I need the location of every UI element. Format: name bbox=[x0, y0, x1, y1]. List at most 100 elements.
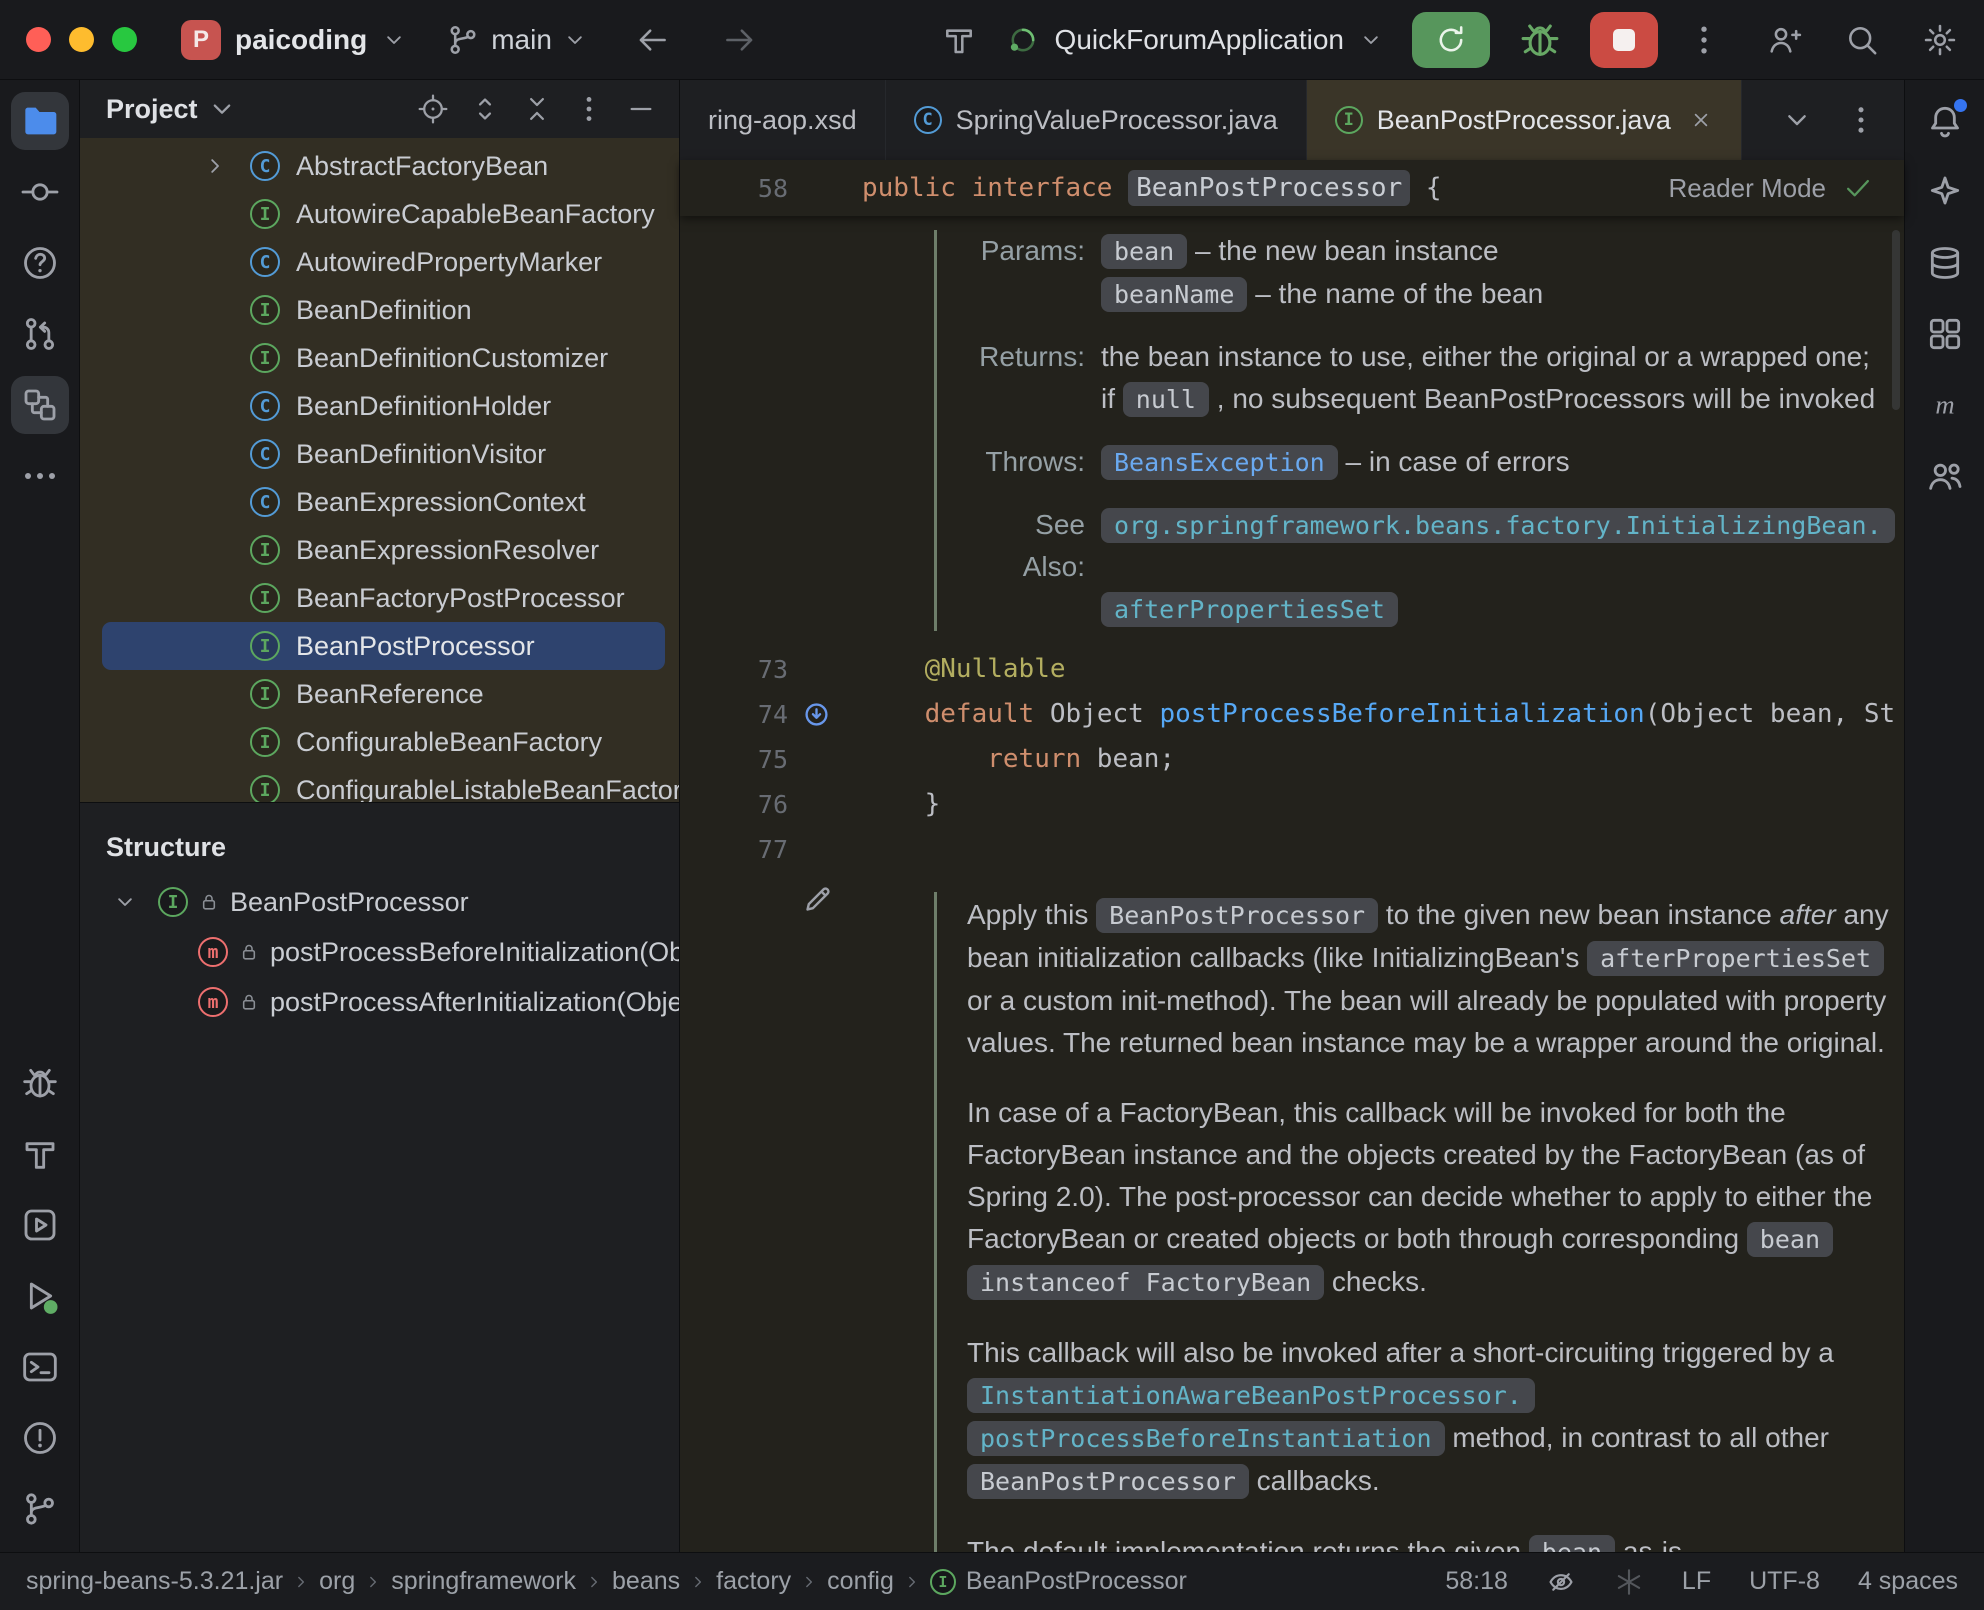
project-folder-button[interactable] bbox=[11, 92, 69, 150]
close-window-button[interactable] bbox=[26, 27, 51, 52]
reader-mode-toggle[interactable]: Reader Mode bbox=[1668, 172, 1874, 204]
code-segment: The default implementation returns the g… bbox=[967, 1536, 1529, 1552]
editor-scrollbar[interactable] bbox=[1892, 230, 1900, 410]
select-opened-file-button[interactable] bbox=[417, 93, 449, 125]
commit-button[interactable] bbox=[11, 163, 69, 221]
build-button[interactable] bbox=[11, 1125, 69, 1183]
line-number: 74 bbox=[680, 692, 788, 737]
code-line[interactable]: 76 } bbox=[680, 782, 1904, 827]
breadcrumb-item[interactable]: config bbox=[827, 1567, 894, 1596]
collaboration-button[interactable] bbox=[1916, 447, 1974, 505]
zoom-window-button[interactable] bbox=[112, 27, 137, 52]
tab-list-button[interactable] bbox=[1780, 103, 1814, 137]
editor-content[interactable]: Params:bean – the new bean instancebeanN… bbox=[680, 216, 1904, 1552]
doc-link[interactable]: BeansException bbox=[1101, 445, 1338, 480]
code-line[interactable]: 77 bbox=[680, 827, 1904, 872]
highlighting-level-icon[interactable] bbox=[1546, 1567, 1576, 1597]
project-tree-item[interactable]: CAutowiredPropertyMarker bbox=[80, 238, 679, 286]
breadcrumb-item[interactable]: beans bbox=[612, 1567, 680, 1596]
close-tab-icon[interactable] bbox=[1689, 108, 1713, 132]
branch-widget[interactable]: main bbox=[445, 22, 588, 58]
code-segment: – the name of the bean bbox=[1247, 278, 1543, 309]
code-line[interactable]: 73 @Nullable bbox=[680, 647, 1904, 692]
ide-window: P paicoding main QuickForumApplication bbox=[0, 0, 1984, 1610]
project-tree-item[interactable]: IBeanFactoryPostProcessor bbox=[80, 574, 679, 622]
project-tree-item[interactable]: IBeanExpressionResolver bbox=[80, 526, 679, 574]
minimize-window-button[interactable] bbox=[69, 27, 94, 52]
snowflake-icon[interactable] bbox=[1614, 1567, 1644, 1597]
breadcrumb-item[interactable]: springframework bbox=[391, 1567, 576, 1596]
indent-selector[interactable]: 4 spaces bbox=[1858, 1567, 1958, 1596]
caret-position[interactable]: 58:18 bbox=[1445, 1567, 1508, 1596]
build-button[interactable] bbox=[941, 22, 977, 58]
help-button[interactable] bbox=[11, 234, 69, 292]
rerun-button[interactable] bbox=[1412, 12, 1490, 68]
project-tree-item[interactable]: CBeanExpressionContext bbox=[80, 478, 679, 526]
project-panel-title[interactable]: Project bbox=[106, 94, 198, 125]
edit-source-icon[interactable] bbox=[801, 882, 835, 916]
project-tree-item[interactable]: IBeanPostProcessor bbox=[102, 622, 665, 670]
doc-row: if null , no subsequent BeanPostProcesso… bbox=[967, 378, 1904, 421]
more-actions-button[interactable] bbox=[1686, 22, 1722, 58]
code-with-me-button[interactable] bbox=[1766, 22, 1802, 58]
expand-button[interactable] bbox=[469, 93, 501, 125]
doc-link[interactable]: InstantiationAwareBeanPostProcessor. bbox=[967, 1378, 1535, 1413]
breadcrumb-item[interactable]: IBeanPostProcessor bbox=[930, 1567, 1187, 1596]
sticky-header[interactable]: 58 public interface BeanPostProcessor { … bbox=[680, 160, 1904, 216]
pull-requests-button[interactable] bbox=[11, 305, 69, 363]
ai-assistant-button[interactable] bbox=[1916, 163, 1974, 221]
plugins-button[interactable] bbox=[1916, 305, 1974, 363]
notifications-button[interactable] bbox=[1916, 92, 1974, 150]
hide-panel-button[interactable] bbox=[625, 93, 657, 125]
breadcrumb-item[interactable]: spring-beans-5.3.21.jar bbox=[26, 1567, 283, 1596]
structure-button[interactable] bbox=[11, 376, 69, 434]
project-tree-item[interactable]: IBeanReference bbox=[80, 670, 679, 718]
project-tree-item[interactable]: CBeanDefinitionHolder bbox=[80, 382, 679, 430]
editor-tab[interactable]: IBeanPostProcessor.java bbox=[1307, 80, 1742, 160]
breadcrumb-item[interactable]: org bbox=[319, 1567, 355, 1596]
more-horizontal-button[interactable] bbox=[11, 447, 69, 505]
debug-button[interactable] bbox=[11, 1054, 69, 1112]
stop-button[interactable] bbox=[1590, 12, 1658, 68]
editor-tab[interactable]: ring-aop.xsd bbox=[680, 80, 886, 160]
doc-link[interactable]: postProcessBeforeInstantiation bbox=[967, 1421, 1445, 1456]
tab-options-button[interactable] bbox=[1844, 103, 1878, 137]
doc-link[interactable]: afterPropertiesSet bbox=[1101, 592, 1398, 627]
project-tree-item[interactable]: CAbstractFactoryBean bbox=[80, 142, 679, 190]
maven-button[interactable]: m bbox=[1916, 376, 1974, 434]
panel-options-button[interactable] bbox=[573, 93, 605, 125]
doc-row: beanName – the name of the bean bbox=[967, 273, 1904, 316]
project-tree-item[interactable]: IBeanDefinition bbox=[80, 286, 679, 334]
breadcrumb-item[interactable]: factory bbox=[716, 1567, 791, 1596]
database-button[interactable] bbox=[1916, 234, 1974, 292]
project-tree-item[interactable]: IBeanDefinitionCustomizer bbox=[80, 334, 679, 382]
line-ending-selector[interactable]: LF bbox=[1682, 1567, 1711, 1596]
project-tree-item[interactable]: IConfigurableListableBeanFactory bbox=[80, 766, 679, 802]
run-configuration-selector[interactable]: QuickForumApplication bbox=[1005, 22, 1384, 58]
project-tree-item[interactable]: IConfigurableBeanFactory bbox=[80, 718, 679, 766]
search-everywhere-button[interactable] bbox=[1844, 22, 1880, 58]
services-button[interactable] bbox=[11, 1196, 69, 1254]
project-widget[interactable]: P paicoding bbox=[181, 20, 407, 60]
project-tree-item[interactable]: CBeanDefinitionVisitor bbox=[80, 430, 679, 478]
code-line[interactable]: 74 default Object postProcessBeforeIniti… bbox=[680, 692, 1904, 737]
forward-button[interactable] bbox=[722, 22, 758, 58]
debug-button[interactable] bbox=[1518, 18, 1562, 62]
encoding-selector[interactable]: UTF-8 bbox=[1749, 1567, 1820, 1596]
collapse-all-button[interactable] bbox=[521, 93, 553, 125]
version-control-button[interactable] bbox=[11, 1480, 69, 1538]
structure-tree-item[interactable]: IBeanPostProcessor bbox=[80, 877, 679, 927]
run-button[interactable] bbox=[11, 1267, 69, 1325]
project-tree-item[interactable]: IAutowireCapableBeanFactory bbox=[80, 190, 679, 238]
settings-button[interactable] bbox=[1922, 22, 1958, 58]
interface-icon: I bbox=[250, 199, 280, 229]
code-line[interactable]: 75 return bean; bbox=[680, 737, 1904, 782]
back-button[interactable] bbox=[634, 22, 670, 58]
editor-tab[interactable]: CSpringValueProcessor.java bbox=[886, 80, 1307, 160]
structure-tree-item[interactable]: mpostProcessAfterInitialization(Objec bbox=[80, 977, 679, 1027]
doc-link[interactable]: org.springframework.beans.factory.Initia… bbox=[1101, 508, 1895, 543]
terminal-button[interactable] bbox=[11, 1338, 69, 1396]
line-number: 73 bbox=[680, 647, 788, 692]
structure-tree-item[interactable]: mpostProcessBeforeInitialization(Obj bbox=[80, 927, 679, 977]
problems-button[interactable] bbox=[11, 1409, 69, 1467]
